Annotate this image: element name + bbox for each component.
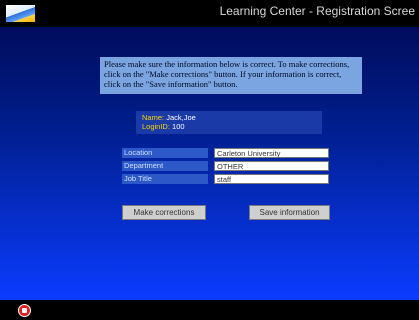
job-title-label: Job Title (122, 174, 208, 184)
instruction-notice: Please make sure the information below i… (100, 57, 362, 94)
user-info-box: Name: Jack,Joe LoginID: 100 (136, 111, 322, 134)
registration-panel: Please make sure the information below i… (0, 27, 419, 300)
name-value: Jack,Joe (166, 113, 196, 122)
stop-icon[interactable] (18, 304, 31, 317)
login-value: 100 (172, 122, 185, 131)
title-bar: Learning Center - Registration Scree (0, 0, 419, 27)
name-row: Name: Jack,Joe (142, 113, 322, 122)
make-corrections-button[interactable]: Make corrections (122, 205, 206, 220)
location-field[interactable] (214, 148, 329, 158)
save-information-button[interactable]: Save information (249, 205, 330, 220)
login-label: LoginID: (142, 122, 170, 131)
window-title: Learning Center - Registration Scree (219, 4, 415, 18)
department-label: Department (122, 161, 208, 171)
job-title-field[interactable] (214, 174, 329, 184)
location-label: Location (122, 148, 208, 158)
department-field[interactable] (214, 161, 329, 171)
name-label: Name: (142, 113, 165, 122)
login-row: LoginID: 100 (142, 122, 322, 131)
bottom-bar (0, 300, 419, 320)
